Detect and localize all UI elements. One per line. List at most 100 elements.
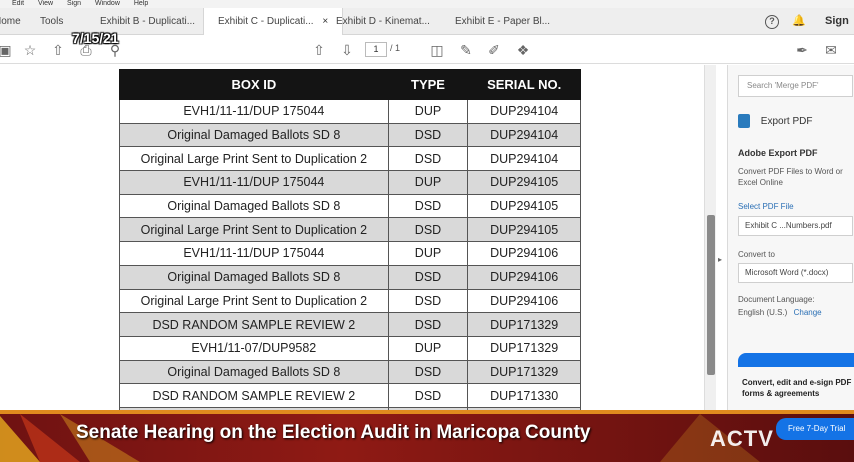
menu-sign[interactable]: Sign [67, 0, 81, 8]
tab-exhibit-d[interactable]: Exhibit D - Kinemat... [336, 8, 430, 35]
cell-serial: DUP294106 [467, 264, 581, 290]
document-language: English (U.S.) Change [738, 308, 822, 317]
menu-view[interactable]: View [38, 0, 53, 8]
menu-edit[interactable]: Edit [12, 0, 24, 8]
table-row: Original Damaged Ballots SD 8 DSD DUP29410… [119, 122, 581, 148]
draw-icon[interactable]: ✐ [485, 41, 503, 59]
menu-window[interactable]: Window [95, 0, 120, 8]
convert-button[interactable] [738, 353, 854, 367]
table-row: DSD RANDOM SAMPLE REVIEW 2 DSD DUP171329 [119, 312, 581, 337]
select-pdf-file-link[interactable]: Select PDF File [738, 202, 794, 211]
page-number-input[interactable]: 1 [365, 42, 387, 57]
menu-bar: Edit View Sign Window Help [0, 0, 854, 8]
tab-exhibit-c[interactable]: Exhibit C - Duplicati... × [203, 8, 344, 35]
tab-home[interactable]: Home [0, 8, 21, 35]
table-row: DSD RANDOM SAMPLE REVIEW 2 DSD DUP171330 [119, 383, 581, 408]
cell-box-id: EVH1/11-11/DUP 175044 [119, 170, 389, 195]
cell-serial: DUP294106 [467, 288, 581, 314]
cell-box-id: EVH1/11-07/DUP9582 [119, 335, 389, 361]
tab-exhibit-e[interactable]: Exhibit E - Paper Bl... [455, 8, 550, 35]
cell-type: DSD [387, 193, 469, 219]
cell-box-id: Original Large Print Sent to Duplication… [119, 288, 389, 314]
table-row: EVH1/11-11/DUP 175044 DUP DUP294104 [119, 99, 581, 124]
table-row: Original Damaged Ballots SD 8 DSD DUP29410… [119, 264, 581, 290]
date-stamp-overlay: 7/15/21 [72, 30, 119, 46]
change-language-link[interactable]: Change [794, 308, 822, 317]
upload-icon[interactable]: ⇧ [49, 41, 67, 59]
table-row: Original Damaged Ballots SD 8 DSD DUP17132… [119, 359, 581, 385]
cell-box-id: DSD RANDOM SAMPLE REVIEW 2 [119, 383, 389, 408]
cell-type: DUP [387, 99, 469, 124]
cell-serial: DUP171330 [467, 383, 581, 408]
free-trial-button[interactable]: Free 7-Day Trial [776, 418, 854, 440]
cell-serial: DUP171329 [467, 335, 581, 361]
page-up-icon[interactable]: ⇧ [310, 41, 328, 59]
page-down-icon[interactable]: ⇩ [338, 41, 356, 59]
col-header-box-id: BOX ID [119, 69, 389, 100]
tab-tools[interactable]: Tools [40, 8, 63, 35]
cell-box-id: Original Large Print Sent to Duplication… [119, 146, 389, 172]
save-icon[interactable]: ▣ [0, 41, 14, 59]
table-row: Original Large Print Sent to Duplication… [119, 288, 581, 314]
tools-pane: Search 'Merge PDF' Export PDF Adobe Expo… [727, 65, 854, 410]
bookmark-star-icon[interactable]: ☆ [21, 41, 39, 59]
highlight-pen-icon[interactable]: ✎ [457, 41, 475, 59]
bell-icon[interactable]: 🔔 [792, 8, 806, 35]
export-pdf-tool[interactable]: Export PDF [738, 110, 853, 134]
close-icon[interactable]: × [322, 16, 328, 27]
stamp-icon[interactable]: ❖ [514, 41, 532, 59]
table-row: Original Large Print Sent to Duplication… [119, 217, 581, 243]
cell-box-id: Original Large Print Sent to Duplication… [119, 217, 389, 243]
table-row: EVH1/11-11/DUP 175044 DUP DUP294105 [119, 170, 581, 195]
selected-file-field[interactable]: Exhibit C ...Numbers.pdf [738, 216, 853, 236]
cell-type: DSD [387, 359, 469, 385]
collapse-panel-icon[interactable]: ▸ [718, 255, 722, 264]
cell-type: DSD [387, 288, 469, 314]
broadcast-banner: Senate Hearing on the Election Audit in … [0, 410, 854, 462]
table-row: EVH1/11-11/DUP 175044 DUP DUP294106 [119, 241, 581, 266]
cell-serial: DUP294106 [467, 241, 581, 266]
language-value: English (U.S.) [738, 308, 788, 317]
table-row: EVH1/11-07/DUP9582 DUP DUP171329 [119, 335, 581, 361]
table-row: Original Large Print Sent to Duplication… [119, 146, 581, 172]
convert-format-select[interactable]: Microsoft Word (*.docx) [738, 263, 853, 283]
vertical-scrollbar[interactable] [704, 65, 716, 410]
cell-serial: DUP171329 [467, 359, 581, 385]
table-row: Original Damaged Ballots SD 8 DSD DUP29410… [119, 193, 581, 219]
cell-type: DUP [387, 170, 469, 195]
cell-box-id: EVH1/11-11/DUP 175044 [119, 241, 389, 266]
cell-serial: DUP294104 [467, 146, 581, 172]
promo-text: Convert, edit and e-sign PDF forms & agr… [742, 378, 852, 398]
cell-type: DSD [387, 312, 469, 337]
toolbar: ▣ ☆ ⇧ ⎙ ⚲ ⇧ ⇩ 1 / 1 ◫ ✎ ✐ ❖ ✒ ✉ [0, 36, 854, 64]
col-header-type: TYPE [387, 69, 469, 100]
fill-sign-icon[interactable]: ✒ [793, 41, 811, 59]
menu-help[interactable]: Help [134, 0, 148, 8]
tools-search-input[interactable]: Search 'Merge PDF' [738, 75, 853, 97]
banner-caption: Senate Hearing on the Election Audit in … [76, 422, 591, 443]
export-description: Convert PDF Files to Word or Excel Onlin… [738, 167, 843, 187]
tab-label: Exhibit E - Paper Bl... [455, 16, 551, 27]
comment-icon[interactable]: ◫ [428, 41, 446, 59]
cell-serial: DUP294104 [467, 99, 581, 124]
tab-label: Exhibit D - Kinemat... [336, 16, 430, 27]
cell-type: DUP [387, 241, 469, 266]
cell-box-id: DSD RANDOM SAMPLE REVIEW 2 [119, 312, 389, 337]
page-total: / 1 [390, 43, 401, 53]
table-header-row: BOX ID TYPE SERIAL NO. [119, 69, 581, 100]
banner-stripe [0, 410, 854, 414]
col-header-serial: SERIAL NO. [467, 69, 581, 100]
cell-type: DSD [387, 122, 469, 148]
cell-box-id: Original Damaged Ballots SD 8 [119, 193, 389, 219]
document-view[interactable]: BOX ID TYPE SERIAL NO. EVH1/11-11/DUP 17… [0, 65, 704, 410]
email-icon[interactable]: ✉ [822, 41, 840, 59]
help-icon[interactable]: ? [765, 8, 779, 35]
cell-box-id: Original Damaged Ballots SD 8 [119, 122, 389, 148]
export-pdf-label: Export PDF [760, 116, 813, 127]
scrollbar-thumb[interactable] [707, 215, 715, 375]
channel-logo: ACTV [710, 426, 774, 451]
convert-to-label: Convert to [738, 250, 775, 259]
table-body: EVH1/11-11/DUP 175044 DUP DUP294104 Origina… [119, 99, 581, 410]
export-pdf-icon [738, 114, 750, 129]
sign-in-button[interactable]: Sign In [825, 8, 854, 54]
